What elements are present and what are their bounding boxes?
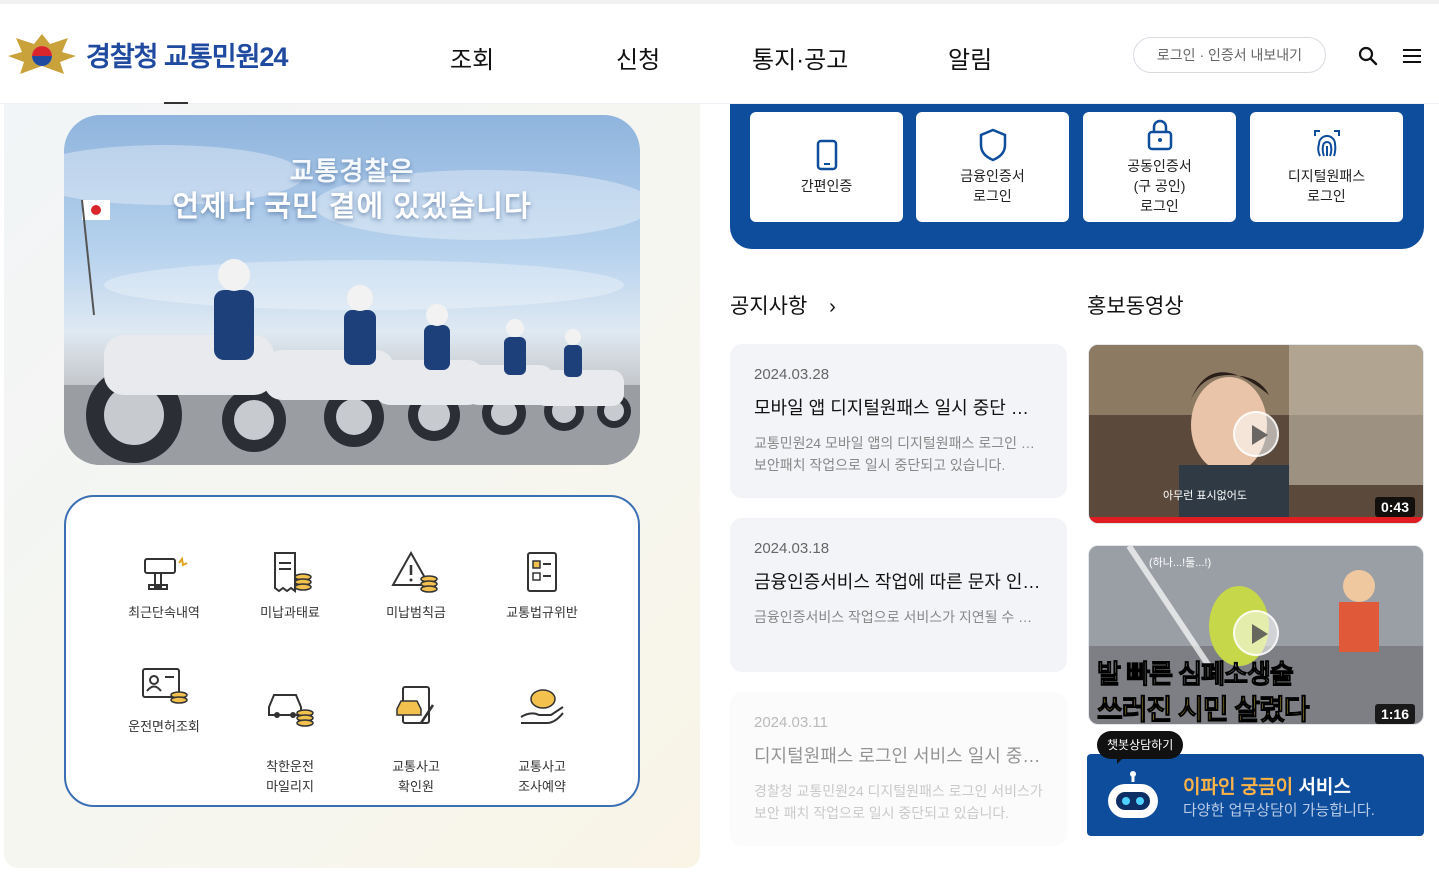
service-unpaid-fine[interactable]: 미납과태료 <box>220 549 360 623</box>
video-thumbnail[interactable]: 아무런 표시없어도 0:43 <box>1088 344 1424 524</box>
video-caption-top: 발 빠른 심폐소생술 <box>1097 659 1295 690</box>
slide-indicator <box>164 102 188 104</box>
video-caption: 아무런 표시없어도 <box>1163 490 1248 502</box>
play-icon[interactable] <box>1233 411 1279 457</box>
service-recent-enforcement[interactable]: 최근단속내역 <box>94 549 234 623</box>
cert-digital-onepass-login[interactable]: 디지털원패스 로그인 <box>1250 112 1403 222</box>
hero-banner[interactable]: 교통경찰은 언제나 국민 곁에 있겠습니다 <box>64 115 640 465</box>
cert-joint-login[interactable]: 공동인증서 (구 공인) 로그인 <box>1083 112 1236 222</box>
robot-icon <box>1108 771 1158 818</box>
service-good-driving-mileage[interactable]: 착한운전 마일리지 <box>220 663 360 797</box>
service-traffic-violation[interactable]: 교통법규위반 <box>472 549 612 623</box>
login-button[interactable]: 로그인 · 인증서 내보내기 <box>1133 37 1326 73</box>
id-card-icon <box>142 668 188 704</box>
cert-simple-auth[interactable]: 간편인증 <box>750 112 903 222</box>
chevron-right-icon: › <box>829 296 836 318</box>
notice-body-line: 금융인증서비스 작업으로 서비스가 지연될 수 있습니다. <box>754 609 1043 625</box>
notice-title: 금융인증서비스 작업에 따른 문자 인증 안내 <box>754 572 1043 592</box>
brand-name: 교통민원24 <box>164 41 288 72</box>
videos-heading: 홍보동영상 <box>1087 295 1184 318</box>
lock-icon <box>1147 119 1172 151</box>
notice-item[interactable]: 2024.03.18 금융인증서비스 작업에 따른 문자 인증 안내 금융인증서… <box>730 518 1067 672</box>
search-icon[interactable] <box>1358 46 1378 66</box>
nav-notice-announcement[interactable]: 통지·공고 <box>752 40 848 75</box>
video-caption-bottom: 쓰러진 시민 살렸다 <box>1097 694 1311 725</box>
service-accident-reservation[interactable]: 교통사고 조사예약 <box>472 663 612 797</box>
notice-title: 모바일 앱 디지털원패스 일시 중단 안내 <box>754 398 1043 418</box>
chatbot-title: 이파인 궁금이 서비스 <box>1183 777 1351 798</box>
notice-date: 2024.03.11 <box>754 714 828 731</box>
play-icon[interactable] <box>1233 610 1279 656</box>
phone-icon <box>816 139 837 171</box>
police-emblem-icon <box>8 34 76 74</box>
service-accident-certificate[interactable]: 교통사고 확인원 <box>346 663 486 797</box>
site-logo[interactable]: 경찰청 교통민원24 <box>6 30 288 78</box>
notice-date: 2024.03.28 <box>754 366 830 383</box>
video-duration: 1:16 <box>1374 704 1415 724</box>
fingerprint-icon <box>1313 130 1340 157</box>
bill-icon <box>274 552 312 593</box>
notice-date: 2024.03.18 <box>754 540 830 557</box>
notices-heading[interactable]: 공지사항 › <box>730 290 836 320</box>
chatbot-subtitle: 다양한 업무상담이 가능합니다. <box>1183 802 1375 819</box>
nav-inquiry[interactable]: 조회 <box>450 40 494 75</box>
notice-item[interactable]: 2024.03.28 모바일 앱 디지털원패스 일시 중단 안내 교통민원24 … <box>730 344 1067 498</box>
video-duration: 0:43 <box>1374 497 1415 517</box>
notice-body-line: 교통민원24 모바일 앱의 디지털원패스 로그인 서비스가 <box>754 435 1043 451</box>
cert-financial-login[interactable]: 금융인증서 로그인 <box>916 112 1069 222</box>
camera-icon <box>144 556 188 590</box>
warning-coin-icon <box>391 550 438 593</box>
nav-alerts[interactable]: 알림 <box>948 40 992 75</box>
brand-prefix: 경찰청 <box>86 41 159 72</box>
car-coin-icon <box>268 694 314 727</box>
notice-body-line: 경찰청 교통민원24 디지털원패스 로그인 서비스가 <box>754 783 1043 799</box>
document-check-icon <box>527 552 557 592</box>
hamburger-menu-icon[interactable] <box>1403 48 1421 64</box>
car-document-icon <box>396 686 435 724</box>
notice-body-line: 보안패치 작업으로 일시 중단되고 있습니다. <box>754 457 1006 473</box>
nav-application[interactable]: 신청 <box>616 40 660 75</box>
hero-title-line2: 언제나 국민 곁에 있겠습니다 <box>172 191 532 223</box>
service-unpaid-penalty[interactable]: 미납범칙금 <box>346 549 486 623</box>
notice-item[interactable]: 2024.03.11 디지털원패스 로그인 서비스 일시 중단 안내 경찰청 교… <box>730 692 1067 846</box>
site-header: 경찰청 교통민원24 조회 신청 통지·공고 알림 로그인 · 인증서 내보내기 <box>0 4 1439 104</box>
quick-services-panel: 최근단속내역 미납과태료 미납범칙금 교통법규위반 운전면허조회 착한운전 마일… <box>64 495 640 807</box>
hand-coin-icon <box>520 689 564 724</box>
video-thumbnail[interactable]: (하나...!둘...!) 발 빠른 심폐소생술 쓰러진 시민 살렸다 1:16 <box>1088 545 1424 725</box>
chatbot-bubble[interactable]: 챗봇상담하기 <box>1097 731 1184 764</box>
notice-body-line: 보안 패치 작업으로 일시 중단되고 있습니다. <box>754 805 1010 821</box>
service-license-inquiry[interactable]: 운전면허조회 <box>94 663 234 737</box>
video-tag: (하나...!둘...!) <box>1149 557 1212 569</box>
notice-title: 디지털원패스 로그인 서비스 일시 중단 안내 <box>754 746 1043 766</box>
shield-icon <box>979 128 1006 162</box>
